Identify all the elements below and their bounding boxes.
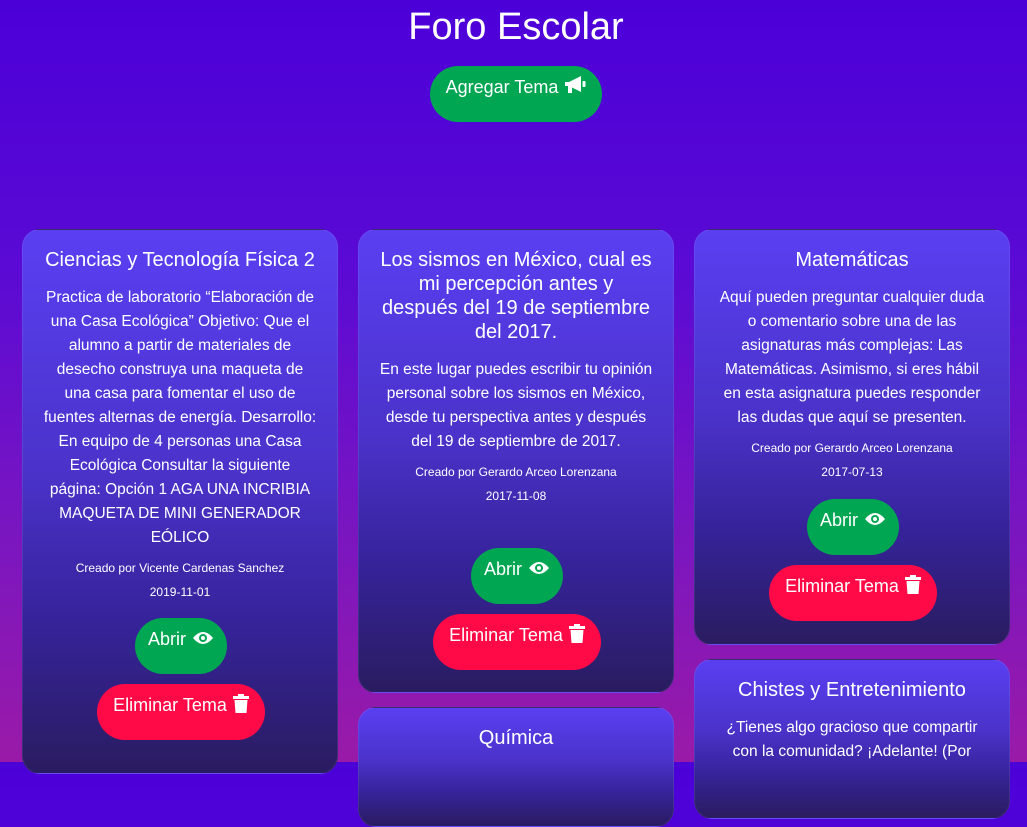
delete-label: Eliminar Tema xyxy=(113,695,227,715)
open-topic-button[interactable]: Abrir xyxy=(807,499,899,555)
open-label: Abrir xyxy=(483,559,522,579)
add-topic-label: Agregar Tema xyxy=(445,77,559,97)
topic-title: Matemáticas xyxy=(795,249,909,271)
topic-card: Los sismos en México, cual es mi percepc… xyxy=(358,229,674,693)
topic-date: 2019-11-01 xyxy=(149,585,211,599)
topic-description: ¿Tienes algo gracioso que compartir con … xyxy=(726,719,978,760)
trash-icon xyxy=(568,623,585,648)
delete-label: Eliminar Tema xyxy=(449,625,563,645)
add-topic-button[interactable]: Agregar Tema xyxy=(430,66,602,122)
trash-icon xyxy=(904,574,921,599)
open-topic-button[interactable]: Abrir xyxy=(471,548,563,604)
topic-title: Ciencias y Tecnología Física 2 xyxy=(45,249,315,271)
topic-title: Química xyxy=(478,727,554,749)
megaphone-icon xyxy=(564,76,586,99)
topic-title: Chistes y Entretenimiento xyxy=(738,679,966,701)
delete-topic-button[interactable]: Eliminar Tema xyxy=(433,614,601,670)
delete-label: Eliminar Tema xyxy=(785,576,899,596)
delete-topic-button[interactable]: Eliminar Tema xyxy=(769,565,937,621)
topic-card: Química xyxy=(358,707,674,827)
open-label: Abrir xyxy=(819,510,858,530)
topic-card: Matemáticas Aquí pueden preguntar cualqu… xyxy=(694,229,1010,645)
page-title: Foro Escolar xyxy=(408,6,624,48)
topic-author: Creado por Gerardo Arceo Lorenzana xyxy=(751,441,953,455)
eye-icon xyxy=(864,510,886,531)
topic-card: Ciencias y Tecnología Física 2 Practica … xyxy=(22,229,338,774)
topic-description: En este lugar puedes escribir tu opinión… xyxy=(379,361,653,450)
topic-date: 2017-07-13 xyxy=(821,465,883,479)
topic-date: 2017-11-08 xyxy=(485,489,547,503)
delete-topic-button[interactable]: Eliminar Tema xyxy=(97,684,265,740)
open-topic-button[interactable]: Abrir xyxy=(135,618,227,674)
topic-card: Chistes y Entretenimiento ¿Tienes algo g… xyxy=(694,659,1010,819)
eye-icon xyxy=(528,559,550,580)
trash-icon xyxy=(232,693,249,718)
topic-title: Los sismos en México, cual es mi percepc… xyxy=(380,249,652,343)
open-label: Abrir xyxy=(147,629,186,649)
topic-author: Creado por Vicente Cardenas Sanchez xyxy=(75,561,285,575)
topic-description: Aquí pueden preguntar cualquier duda o c… xyxy=(719,289,985,426)
topic-author: Creado por Gerardo Arceo Lorenzana xyxy=(415,465,617,479)
topic-description: Practica de laboratorio “Elaboración de … xyxy=(43,289,317,546)
eye-icon xyxy=(192,629,214,650)
